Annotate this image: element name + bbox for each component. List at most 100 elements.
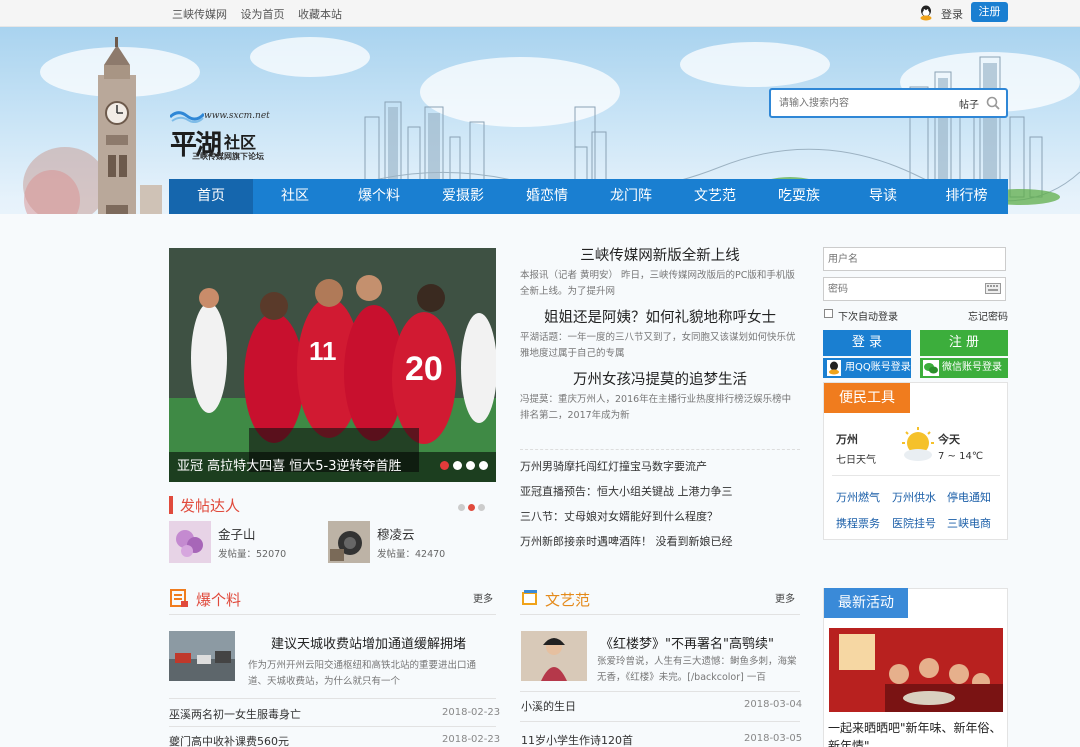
poster-name[interactable]: 金子山 (218, 524, 256, 543)
search-input[interactable] (779, 95, 949, 111)
slider-dot[interactable] (479, 461, 488, 470)
tool-link[interactable]: 万州燃气 (836, 489, 880, 505)
poster-card[interactable]: 穆凌云 发帖量：42470 (328, 521, 478, 565)
posters-dot[interactable] (468, 504, 475, 511)
qq-icon[interactable] (919, 5, 933, 21)
wenyi-more-link[interactable]: 更多 (775, 590, 795, 605)
avatar[interactable] (169, 521, 211, 563)
baoliao-more-link[interactable]: 更多 (473, 590, 493, 605)
svg-text:11: 11 (309, 336, 337, 366)
username-input[interactable] (823, 247, 1006, 271)
logo-wave-icon (170, 111, 204, 123)
news-list: 万州男骑摩托闯红灯撞宝马数字要流产 亚冠直播预告：恒大小组关键战 上港力争三 三… (520, 449, 800, 554)
nav-item-ranking[interactable]: 排行榜 (925, 179, 1008, 214)
logo-url: www.sxcm.net (204, 111, 270, 121)
headline-slider[interactable]: 20 11 亚冠 高拉特大四喜 恒大5-3逆转夺首胜 (169, 248, 496, 482)
top-links: 三峡传媒网 设为首页 收藏本站 (172, 6, 352, 22)
list-item[interactable]: 万州新郎接亲时遇啤酒阵！ 没看到新娘已经 (520, 529, 800, 554)
list-item[interactable]: 夔门高中收补课费560元 (169, 733, 289, 747)
list-item[interactable]: 小溪的生日 (521, 698, 576, 714)
section-marker (169, 496, 173, 514)
new-year-photo[interactable] (829, 628, 1003, 712)
qq-login-button[interactable]: 用QQ账号登录 (823, 358, 911, 378)
poster-count: 发帖量：52070 (218, 549, 287, 560)
tool-link[interactable]: 携程票务 (836, 515, 880, 531)
divider (832, 475, 1000, 476)
forgot-password-link[interactable]: 忘记密码 (968, 308, 1008, 323)
tool-link[interactable]: 三峡电商 (947, 515, 991, 531)
site-logo[interactable]: www.sxcm.net 平湖 社区 三峡传媒网旗下论坛 (168, 107, 278, 167)
link-sxcm[interactable]: 三峡传媒网 (172, 8, 227, 21)
list-date: 2018-03-04 (744, 699, 803, 710)
top-register-button[interactable]: 注册 (971, 2, 1008, 22)
activity-caption[interactable]: 一起来晒晒吧"新年味、新年俗、新年情" (828, 719, 1006, 747)
tools-tab[interactable]: 便民工具 (824, 383, 910, 413)
auto-login-checkbox[interactable] (824, 309, 833, 318)
nav-item-community[interactable]: 社区 (253, 179, 337, 214)
list-item[interactable]: 11岁小学生作诗120首 (521, 732, 633, 747)
keyboard-icon[interactable] (985, 283, 1001, 294)
divider (169, 614, 496, 615)
top-login-link[interactable]: 登录 (941, 6, 963, 22)
nav-item-photography[interactable]: 爱摄影 (421, 179, 505, 214)
password-input[interactable] (823, 277, 1006, 301)
convenience-tools: 便民工具 万州 七日天气 今天 7 ~ 14℃ 万州燃气 万州供水 停电通知 携… (823, 382, 1008, 540)
wechat-login-button[interactable]: 微信账号登录 (920, 358, 1008, 378)
baoliao-title[interactable]: 爆个料 (196, 589, 241, 610)
slider-dot[interactable] (466, 461, 475, 470)
divider (169, 726, 496, 727)
list-item[interactable]: 三八节：丈母娘对女婿能好到什么程度？ (520, 504, 800, 529)
link-bookmark[interactable]: 收藏本站 (298, 8, 342, 21)
posters-dots (458, 500, 485, 514)
wenyi-feature-title[interactable]: 《红楼梦》"不再署名"高鹗续" (600, 633, 774, 652)
logo-subtitle: 三峡传媒网旗下论坛 (192, 152, 264, 161)
nav-item-guide[interactable]: 导读 (841, 179, 925, 214)
headline-title[interactable]: 姐姐还是阿姨？如何礼貌地称呼女士 (520, 306, 800, 330)
headline-news: 三峡传媒网新版全新上线 本报讯（记者 黄明安） 昨日，三峡传媒网改版后的PC版和… (520, 244, 800, 548)
tool-link[interactable]: 医院挂号 (892, 515, 936, 531)
tool-link[interactable]: 万州供水 (892, 489, 936, 505)
list-item[interactable]: 万州男骑摩托闯红灯撞宝马数字要流产 (520, 454, 800, 479)
nav-item-wenyi[interactable]: 文艺范 (673, 179, 757, 214)
slider-dot[interactable] (453, 461, 462, 470)
baoliao-feature-desc: 作为万州开州云阳交通枢纽和高铁北站的重要进出口通道、天城收费站，为什么就只有一个 (248, 660, 477, 687)
divider (520, 614, 800, 615)
weather-forecast-link[interactable]: 七日天气 (836, 451, 876, 466)
posters-dot[interactable] (478, 504, 485, 511)
red-chamber-photo[interactable] (521, 631, 587, 681)
headline-title[interactable]: 万州女孩冯提莫的追梦生活 (520, 368, 800, 392)
headline-summary: 平湖话题：一年一度的三八节又到了，女同胞又该谋划如何快乐优雅地度过属于自己的专属 (520, 332, 796, 359)
nav-item-home[interactable]: 首页 (169, 179, 253, 214)
nav-item-romance[interactable]: 婚恋情 (505, 179, 589, 214)
weather-temp: 7 ~ 14℃ (938, 451, 984, 462)
nav-item-baoliao[interactable]: 爆个料 (337, 179, 421, 214)
activity-tab[interactable]: 最新活动 (824, 588, 908, 618)
slider-dot[interactable] (440, 461, 449, 470)
divider (520, 721, 800, 722)
register-button[interactable]: 注 册 (920, 330, 1008, 356)
link-set-homepage[interactable]: 设为首页 (241, 8, 285, 21)
search-type-select[interactable]: 帖子 (959, 96, 979, 111)
nav-item-longmenzhen[interactable]: 龙门阵 (589, 179, 673, 214)
search-box: 帖子 (769, 88, 1008, 118)
poster-card[interactable]: 金子山 发帖量：52070 (169, 521, 319, 565)
wechat-login-label: 微信账号登录 (942, 362, 1002, 373)
baoliao-feature-title[interactable]: 建议天城收费站增加通道缓解拥堵 (271, 633, 466, 652)
wenyi-feature-desc: 张爱玲曾说，人生有三大遗憾：鲥鱼多刺，海棠无香，《红楼》未完。[/backcol… (597, 656, 797, 683)
tool-link[interactable]: 停电通知 (947, 489, 991, 505)
book-icon (522, 590, 537, 605)
nav-item-food[interactable]: 吃耍族 (757, 179, 841, 214)
list-item[interactable]: 巫溪两名初一女生服毒身亡 (169, 706, 301, 722)
avatar[interactable] (328, 521, 370, 563)
list-item[interactable]: 亚冠直播预告：恒大小组关键战 上港力争三 (520, 479, 800, 504)
headline-title[interactable]: 三峡传媒网新版全新上线 (520, 244, 800, 268)
wenyi-title[interactable]: 文艺范 (545, 589, 590, 610)
wechat-icon (923, 360, 939, 376)
sun-cloud-icon (902, 427, 934, 461)
posters-dot[interactable] (458, 504, 465, 511)
traffic-photo[interactable] (169, 631, 235, 681)
poster-name[interactable]: 穆凌云 (377, 524, 415, 543)
login-button[interactable]: 登 录 (823, 330, 911, 356)
slider-dots (436, 459, 488, 473)
search-icon[interactable] (986, 96, 1000, 110)
